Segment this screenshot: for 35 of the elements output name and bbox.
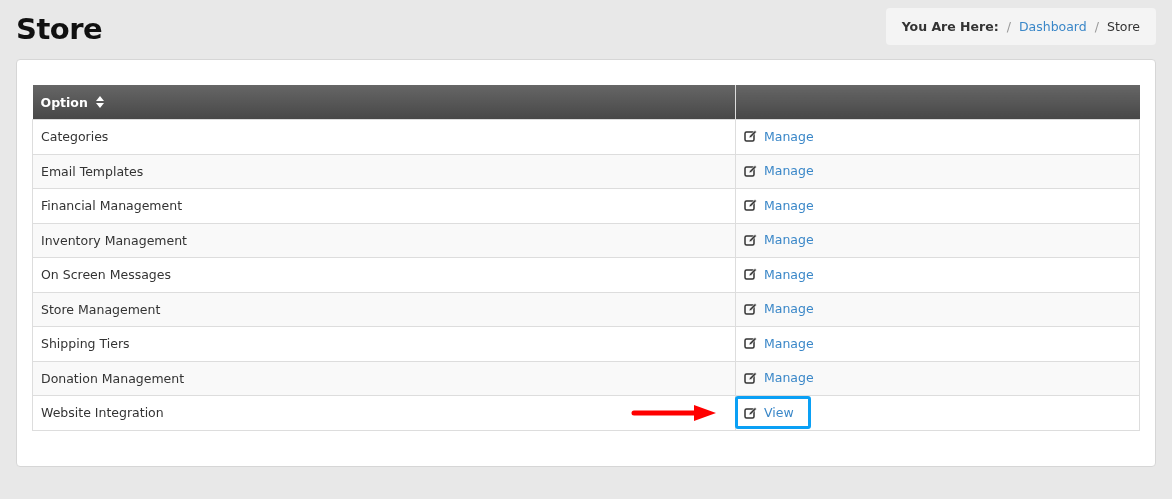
sort-icon[interactable] xyxy=(95,96,104,108)
table-cell: Email Templates xyxy=(32,154,736,189)
edit-icon xyxy=(744,337,757,349)
table-cell: Donation Management xyxy=(32,361,736,396)
breadcrumb-separator: / xyxy=(1006,19,1011,34)
table-cell: Financial Management xyxy=(32,188,736,223)
edit-icon xyxy=(744,164,757,177)
edit-icon xyxy=(744,302,757,315)
action-link[interactable]: View xyxy=(735,396,811,430)
edit-icon xyxy=(744,233,757,246)
action-link[interactable]: Manage xyxy=(744,266,814,282)
table-cell: Shipping Tiers xyxy=(32,326,736,361)
edit-icon xyxy=(744,268,757,280)
action-link[interactable]: Manage xyxy=(744,197,814,213)
breadcrumb-current: Store xyxy=(1106,19,1140,34)
edit-icon xyxy=(744,199,757,211)
column-header[interactable]: Option xyxy=(40,94,88,110)
action-link[interactable]: Manage xyxy=(744,163,814,178)
edit-icon xyxy=(744,371,757,384)
action-link[interactable]: Manage xyxy=(744,128,814,144)
breadcrumb-separator: / xyxy=(1094,19,1099,34)
edit-icon xyxy=(744,130,757,142)
action-link[interactable]: Manage xyxy=(744,335,814,351)
table-cell: On Screen Messages xyxy=(32,257,736,292)
breadcrumb-link[interactable]: Dashboard xyxy=(1018,19,1087,34)
breadcrumb-label: You Are Here: xyxy=(901,19,999,34)
table-cell: Store Management xyxy=(32,292,736,327)
arrow-icon xyxy=(630,404,716,421)
table-cell: Categories xyxy=(32,119,736,154)
page-title: Store xyxy=(16,12,103,46)
table-cell: Inventory Management xyxy=(32,223,736,258)
action-link[interactable]: Manage xyxy=(744,301,814,316)
action-link[interactable]: Manage xyxy=(744,370,814,385)
action-link[interactable]: Manage xyxy=(744,232,814,247)
edit-icon xyxy=(744,406,757,419)
